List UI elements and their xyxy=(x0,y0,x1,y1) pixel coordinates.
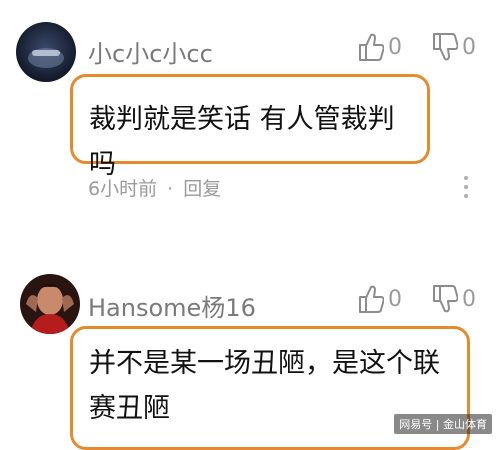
thumbs-down-icon xyxy=(433,285,458,313)
avatar[interactable] xyxy=(16,22,76,82)
user-avatar-dark-icon xyxy=(16,22,76,82)
like-count: 0 xyxy=(388,286,402,312)
comment-time: 6小时前 xyxy=(88,178,158,200)
avatar[interactable] xyxy=(20,274,80,334)
like-count: 0 xyxy=(388,34,402,60)
watermark: 网易号 | 金山体育 xyxy=(394,414,492,434)
reply-button[interactable]: 回复 xyxy=(183,178,221,200)
user-avatar-photo-icon xyxy=(20,274,80,334)
more-options-icon[interactable] xyxy=(463,176,469,198)
dislike-button[interactable]: 0 xyxy=(432,32,476,62)
dislike-count: 0 xyxy=(462,286,476,312)
comment-item: 小c小c小cc 0 0 裁判就是笑话 有人管裁判吗 6小时前 · 回复 xyxy=(0,0,500,230)
comment-item: Hansome杨16 0 0 并不是某一场丑陋，是这个联赛丑陋 xyxy=(0,230,500,450)
like-button[interactable]: 0 xyxy=(358,32,402,62)
meta-separator: · xyxy=(167,178,174,200)
comment-text-box: 裁判就是笑话 有人管裁判吗 xyxy=(70,74,430,180)
username[interactable]: 小c小c小cc xyxy=(88,34,213,69)
like-button[interactable]: 0 xyxy=(358,284,402,314)
thumbs-up-icon xyxy=(359,33,384,61)
username[interactable]: Hansome杨16 xyxy=(88,288,256,323)
dislike-button[interactable]: 0 xyxy=(432,284,476,314)
thumbs-down-icon xyxy=(433,33,458,61)
thumbs-up-icon xyxy=(359,285,384,313)
dislike-count: 0 xyxy=(462,34,476,60)
comment-meta: 6小时前 · 回复 xyxy=(88,174,221,201)
